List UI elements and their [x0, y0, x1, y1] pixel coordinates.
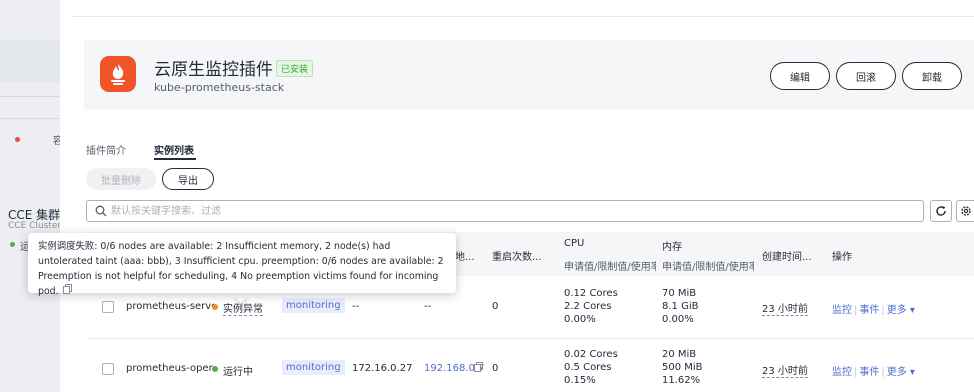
status-text: 运行中 — [223, 367, 253, 378]
cpu-values: 0.12 Cores 2.2 Cores 0.00% — [564, 287, 618, 326]
scheduling-error-tooltip: 实例调度失败: 0/6 nodes are available: 2 Insuf… — [28, 233, 456, 297]
sidebar-divider — [0, 118, 60, 119]
cpu-usage: 0.15% — [564, 375, 596, 386]
top-divider — [72, 16, 974, 17]
monitor-link[interactable]: 监控 — [832, 367, 852, 378]
memory-limit: 8.1 GiB — [662, 301, 699, 312]
status-dot — [212, 366, 218, 372]
edit-button[interactable]: 编辑 — [770, 62, 830, 90]
row-checkbox[interactable] — [102, 363, 114, 375]
row-operations: 监控 | 事件 | 更多 ▾ — [832, 305, 915, 316]
cluster-status-dot — [10, 242, 15, 247]
prometheus-logo-icon — [100, 56, 136, 92]
settings-button[interactable] — [956, 200, 974, 222]
column-subheader-cpu: 申请值/限制值/使用率 — [564, 262, 656, 273]
refresh-icon — [936, 206, 946, 216]
column-header-ops: 操作 — [832, 252, 852, 263]
plugin-title: 云原生监控插件 — [154, 60, 273, 80]
cpu-request: 0.02 Cores — [564, 349, 618, 360]
table-row: prometheus-opera 运行中 monitoring 172.16.0… — [86, 341, 974, 392]
events-link[interactable]: 事件 — [859, 305, 879, 316]
more-link[interactable]: 更多 — [887, 367, 907, 378]
tab-plugin-intro[interactable]: 插件简介 — [86, 142, 126, 157]
node-ip: -- — [424, 301, 432, 312]
row-operations: 监控 | 事件 | 更多 ▾ — [832, 367, 915, 378]
instance-ip: 172.16.0.27 — [352, 363, 413, 374]
export-button[interactable]: 导出 — [162, 168, 214, 190]
tooltip-text: 实例调度失败: 0/6 nodes are available: 2 Insuf… — [38, 241, 444, 297]
plugin-header: 云原生监控插件 已安装 kube-prometheus-stack 编辑 回滚 … — [84, 40, 974, 110]
plugin-subtitle: kube-prometheus-stack — [154, 81, 285, 94]
uninstall-button[interactable]: 卸载 — [902, 62, 962, 90]
created-time: 23 小时前 — [762, 300, 808, 316]
copy-icon[interactable] — [62, 284, 72, 299]
sidebar-alert-dot — [15, 137, 20, 142]
restart-count: 0 — [492, 363, 499, 374]
memory-values: 20 MiB 500 MiB 11.62% — [662, 348, 703, 387]
column-subheader-memory: 申请值/限制值/使用率 — [662, 262, 754, 273]
status-dot — [212, 304, 218, 310]
refresh-button[interactable] — [930, 200, 952, 222]
instance-ip: -- — [352, 301, 360, 312]
cpu-usage: 0.00% — [564, 314, 596, 325]
cpu-values: 0.02 Cores 0.5 Cores 0.15% — [564, 348, 618, 387]
left-sidebar: 容 CCE 集群 CCE Cluster 运 — [0, 0, 60, 392]
namespace-tag[interactable]: monitoring — [282, 298, 345, 313]
installed-badge: 已安装 — [276, 60, 314, 77]
sidebar-mini-label: 容 — [53, 136, 60, 147]
chevron-down-icon[interactable]: ▾ — [907, 367, 915, 378]
tab-instance-list[interactable]: 实例列表 — [154, 142, 194, 157]
cpu-limit: 0.5 Cores — [564, 362, 612, 373]
memory-limit: 500 MiB — [662, 362, 703, 373]
rollback-button[interactable]: 回滚 — [836, 62, 896, 90]
column-header-created[interactable]: 创建时间... — [762, 248, 826, 263]
active-tab-indicator — [154, 158, 196, 160]
row-checkbox[interactable] — [102, 301, 114, 313]
column-header-restarts[interactable]: 重启次数... — [492, 248, 552, 263]
search-input[interactable] — [111, 203, 911, 219]
namespace-tag[interactable]: monitoring — [282, 360, 345, 375]
search-icon — [95, 205, 107, 217]
batch-delete-button[interactable]: 批量删除 — [86, 168, 156, 190]
sidebar-divider — [0, 96, 60, 97]
chevron-down-icon[interactable]: ▾ — [907, 305, 915, 316]
column-header-memory: 内存 — [662, 242, 682, 253]
search-box[interactable] — [86, 200, 924, 222]
restart-count: 0 — [492, 301, 499, 312]
more-link[interactable]: 更多 — [887, 305, 907, 316]
memory-values: 70 MiB 8.1 GiB 0.00% — [662, 287, 698, 326]
events-link[interactable]: 事件 — [859, 367, 879, 378]
cluster-subtitle: CCE Cluster — [8, 221, 60, 231]
instance-name[interactable]: prometheus-serve — [126, 301, 214, 312]
memory-request: 70 MiB — [662, 288, 697, 299]
memory-usage: 0.00% — [662, 314, 694, 325]
column-header-cpu: CPU — [564, 238, 585, 249]
status-text[interactable]: 实例异常 — [223, 300, 263, 316]
settings-icon — [960, 206, 971, 216]
cpu-request: 0.12 Cores — [564, 288, 618, 299]
copy-icon[interactable] — [474, 362, 483, 375]
created-time: 23 小时前 — [762, 362, 808, 378]
cpu-limit: 2.2 Cores — [564, 301, 612, 312]
memory-request: 20 MiB — [662, 349, 697, 360]
instance-name[interactable]: prometheus-opera — [126, 363, 214, 374]
memory-usage: 11.62% — [662, 375, 701, 386]
sidebar-band — [0, 40, 60, 82]
monitor-link[interactable]: 监控 — [832, 305, 852, 316]
